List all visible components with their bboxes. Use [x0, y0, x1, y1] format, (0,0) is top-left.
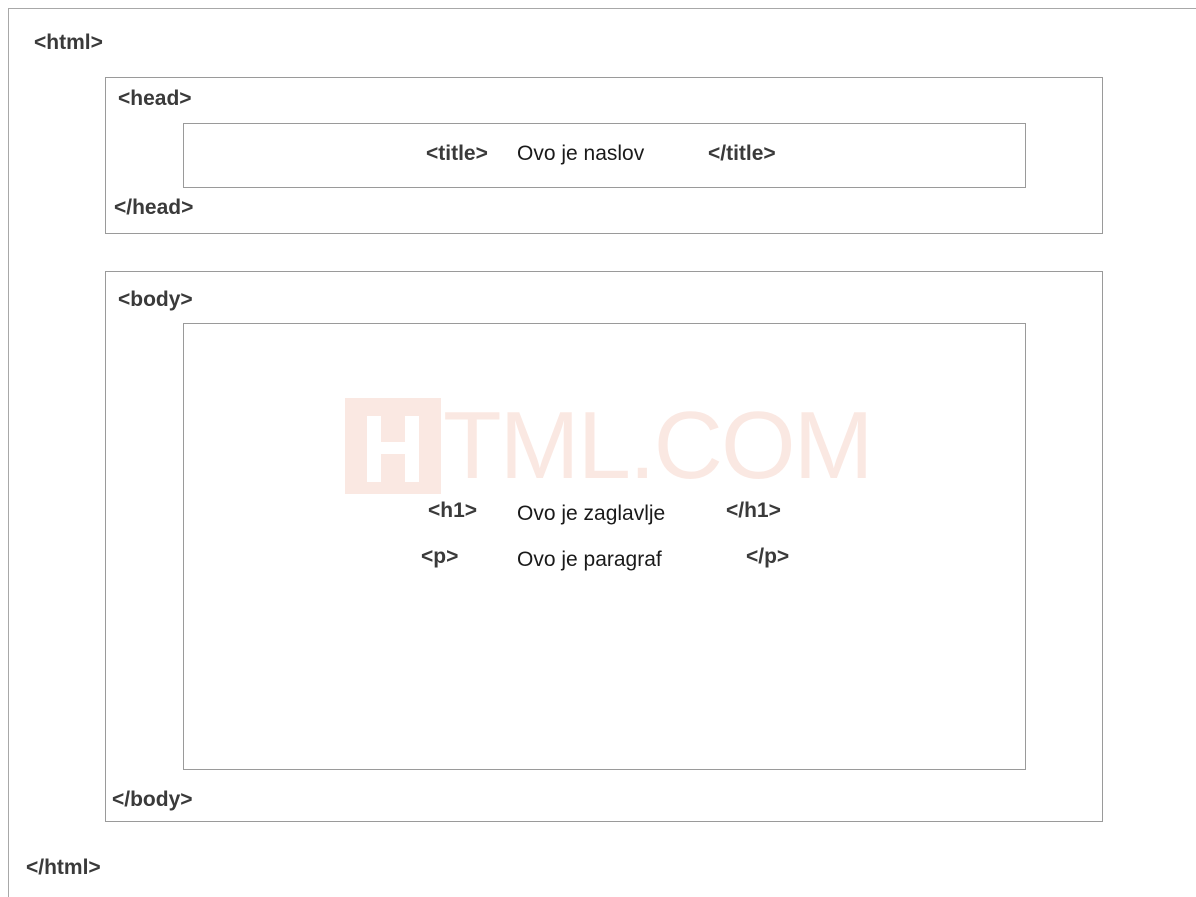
- h1-text: Ovo je zaglavlje: [517, 502, 666, 525]
- html-open-tag: <html>: [34, 31, 103, 54]
- head-close-tag: </head>: [114, 196, 194, 219]
- body-content-box: [183, 323, 1026, 770]
- p-open-tag: <p>: [421, 545, 459, 568]
- p-close-tag: </p>: [746, 545, 790, 568]
- h1-open-tag: <h1>: [428, 499, 478, 522]
- h1-close-tag: </h1>: [726, 499, 781, 522]
- p-text: Ovo je paragraf: [517, 548, 662, 571]
- title-open-tag: <title>: [426, 142, 488, 165]
- body-open-tag: <body>: [118, 288, 193, 311]
- watermark-h-logo-icon: [345, 398, 441, 494]
- watermark-text: TML.COM: [443, 392, 874, 499]
- title-close-tag: </title>: [708, 142, 776, 165]
- title-text: Ovo je naslov: [517, 142, 645, 165]
- outer-frame-left-edge: [8, 8, 9, 897]
- outer-frame-top-edge: [8, 8, 1196, 9]
- head-open-tag: <head>: [118, 87, 192, 110]
- html-structure-diagram: <html> <head> <title> Ovo je naslov </ti…: [0, 0, 1196, 897]
- html-com-watermark: TML.COM: [345, 398, 875, 494]
- body-close-tag: </body>: [112, 788, 193, 811]
- html-close-tag: </html>: [26, 856, 101, 879]
